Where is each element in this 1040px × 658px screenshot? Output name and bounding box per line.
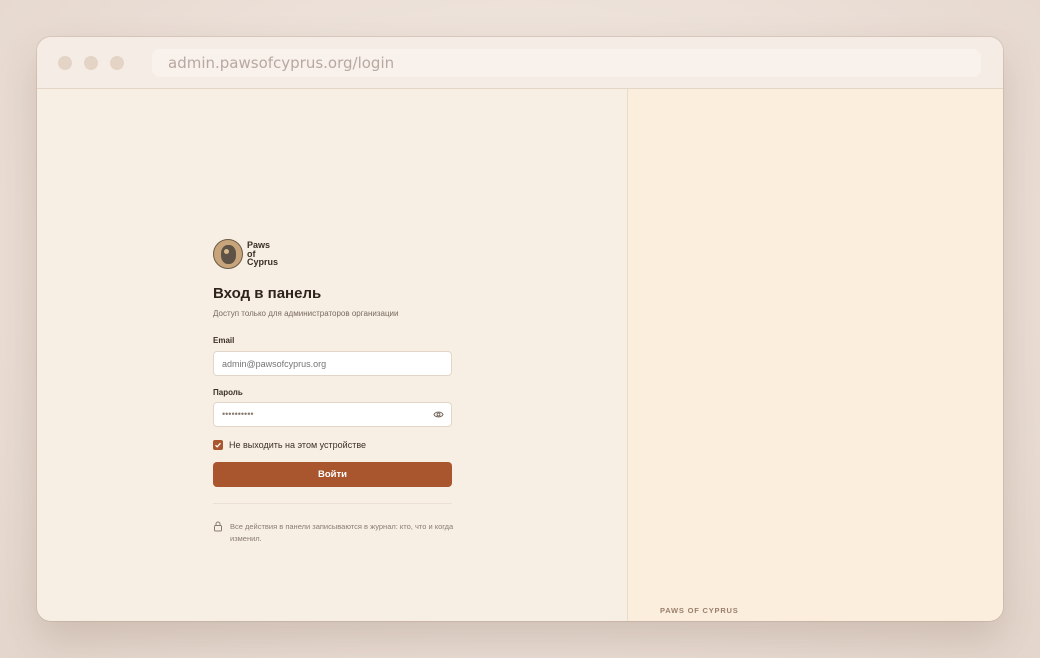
window-close-dot[interactable]	[58, 56, 72, 70]
brand-footer: PAWS OF CYPRUS	[660, 606, 739, 615]
lock-icon	[214, 521, 222, 532]
cat-logo-icon	[213, 239, 243, 269]
brand-pane: PAWS OF CYPRUS	[627, 89, 1003, 621]
login-pane: Paws of Cyprus Вход в панель Доступ толь…	[37, 89, 627, 621]
window-maximize-dot[interactable]	[110, 56, 124, 70]
remember-checkbox[interactable]	[213, 440, 223, 450]
password-label: Пароль	[213, 388, 243, 397]
password-value: ••••••••••	[222, 409, 254, 419]
browser-window: admin.pawsofcyprus.org/login Paws of Cyp…	[37, 37, 1003, 621]
divider	[213, 503, 452, 504]
password-input[interactable]: ••••••••••	[213, 402, 452, 427]
login-button[interactable]: Войти	[213, 462, 452, 487]
page-title: Вход в панель	[213, 285, 322, 302]
window-minimize-dot[interactable]	[84, 56, 98, 70]
eye-icon[interactable]	[433, 410, 444, 419]
email-input[interactable]	[213, 351, 452, 376]
brand-logo: Paws of Cyprus	[213, 239, 278, 269]
remember-row[interactable]: Не выходить на этом устройстве	[213, 440, 366, 450]
checkmark-icon	[215, 442, 221, 448]
page-subtitle: Доступ только для администраторов органи…	[213, 309, 399, 318]
email-label: Email	[213, 336, 235, 345]
audit-note: Все действия в панели записываются в жур…	[213, 521, 455, 545]
audit-note-text: Все действия в панели записываются в жур…	[230, 522, 454, 543]
logo-text: Paws of Cyprus	[247, 241, 278, 267]
remember-label: Не выходить на этом устройстве	[229, 440, 367, 450]
address-bar[interactable]: admin.pawsofcyprus.org/login	[152, 49, 981, 77]
logo-line-3: Cyprus	[247, 257, 279, 268]
browser-titlebar: admin.pawsofcyprus.org/login	[37, 37, 1003, 89]
